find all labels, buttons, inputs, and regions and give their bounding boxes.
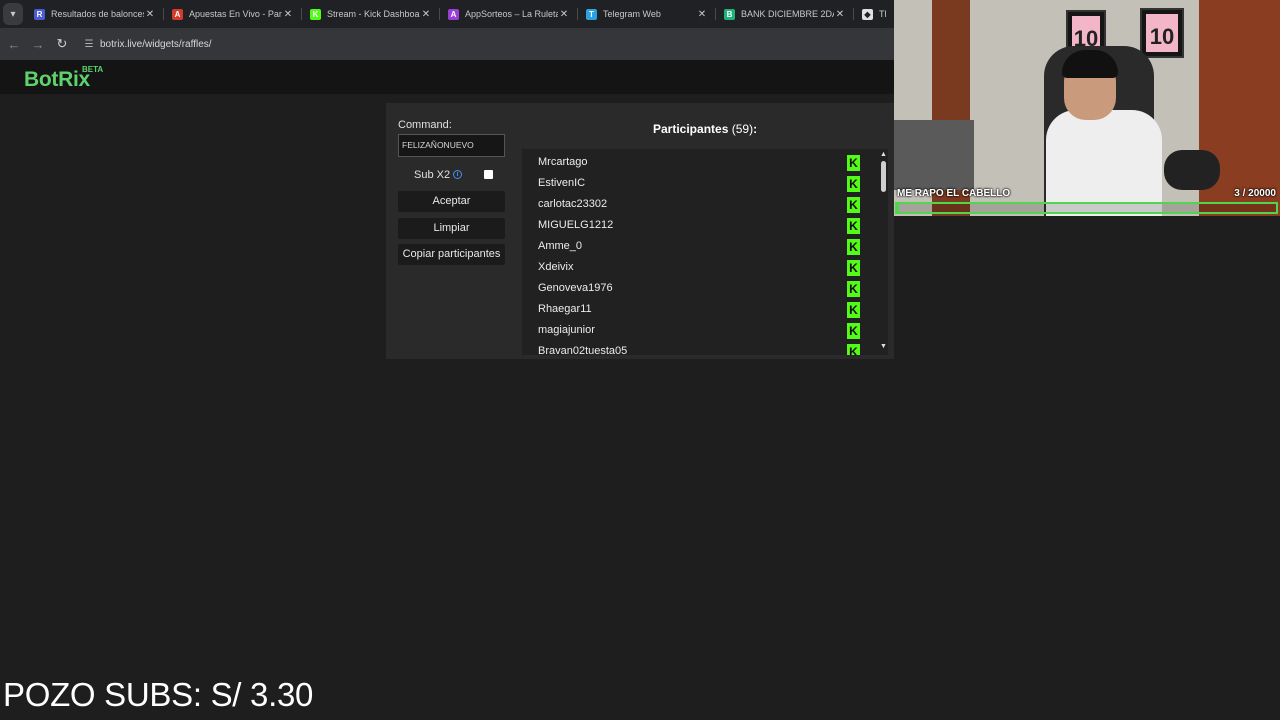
kick-platform-icon: K [847, 239, 860, 255]
tab-favicon-icon: A [172, 8, 183, 20]
participant-name: carlotac23302 [538, 198, 608, 210]
participant-row[interactable]: Mrcartago K [522, 153, 872, 174]
beta-badge: BETA [82, 65, 104, 74]
goal-progress-fill [897, 204, 899, 212]
kick-platform-icon: K [847, 218, 860, 234]
kick-platform-icon: K [847, 302, 860, 318]
reload-icon[interactable]: ↻ [50, 32, 74, 56]
scrollbar-thumb[interactable] [881, 161, 886, 192]
back-icon[interactable]: ← [2, 32, 26, 56]
browser-tab[interactable]: T Telegram Web ✕ [578, 0, 716, 28]
jersey-frame-right: 10 [1140, 8, 1184, 58]
browser-tab[interactable]: R Resultados de baloncesto✕ [26, 0, 164, 28]
tab-close-icon[interactable]: ✕ [558, 9, 570, 20]
participant-row[interactable]: EstivenIC K [522, 174, 872, 195]
goal-title: ME RAPO EL CABELLO [897, 188, 1011, 199]
tab-label: Resultados de baloncesto [51, 9, 144, 19]
command-input[interactable]: FELIZAÑONUEVO [398, 134, 505, 157]
streamer-body [1046, 110, 1162, 216]
kick-platform-icon: K [847, 197, 860, 213]
browser-tab[interactable]: A Apuestas En Vivo - Partido✕ [164, 0, 302, 28]
scroll-up-icon[interactable]: ▲ [880, 151, 887, 158]
tab-close-icon[interactable]: ✕ [282, 9, 294, 20]
kick-platform-icon: K [847, 344, 860, 355]
kick-platform-icon: K [847, 323, 860, 339]
jersey-number-right: 10 [1146, 14, 1178, 52]
participant-row[interactable]: Xdeivix K [522, 258, 872, 279]
participant-name: Xdeivix [538, 261, 574, 273]
kick-platform-icon: K [847, 176, 860, 192]
participants-title-colon: : [753, 122, 758, 136]
clear-button[interactable]: Limpiar [398, 218, 505, 239]
browser-tab[interactable]: K Stream - Kick Dashboard ✕ [302, 0, 440, 28]
participants-title-text: Participantes [653, 122, 729, 136]
tab-label: The [879, 9, 886, 19]
sub-x2-checkbox[interactable] [484, 170, 493, 179]
participant-name: Mrcartago [538, 156, 588, 168]
browser-tab[interactable]: ◆ The [854, 0, 894, 28]
url-field[interactable]: botrix.live/widgets/raffles/ [100, 39, 212, 50]
tab-label: Apuestas En Vivo - Partido [189, 9, 282, 19]
tab-close-icon[interactable]: ✕ [834, 9, 846, 20]
participant-name: MIGUELG1212 [538, 219, 614, 231]
participant-row[interactable]: magiajunior K [522, 321, 872, 342]
shelf [894, 120, 974, 190]
kick-platform-icon: K [847, 281, 860, 297]
participants-title: Participantes (59): [653, 122, 757, 136]
sub-x2-label: Sub X2 [414, 169, 451, 181]
pozo-subs-text: POZO SUBS: S/ 3.30 [3, 676, 314, 713]
raffle-panel: Command: FELIZAÑONUEVO Sub X2 i Aceptar … [386, 103, 894, 359]
tab-list: RResultados de baloncesto✕AApuestas En V… [26, 0, 894, 28]
tab-favicon-icon: T [586, 8, 597, 20]
participant-name: EstivenIC [538, 177, 586, 189]
participant-row[interactable]: Genoveva1976 K [522, 279, 872, 300]
tab-favicon-icon: K [310, 8, 321, 20]
tab-favicon-icon: R [34, 8, 45, 20]
participants-count: (59) [731, 122, 754, 136]
browser-tab[interactable]: B BANK DICIEMBRE 2DA PA✕ [716, 0, 854, 28]
copy-participants-button[interactable]: Copiar participantes [398, 244, 505, 265]
participant-name: Genoveva1976 [538, 282, 613, 294]
kick-platform-icon: K [847, 155, 860, 171]
participant-name: magiajunior [538, 324, 595, 336]
tab-search-button[interactable]: ▾ [3, 3, 23, 25]
tab-label: AppSorteos – La Ruleta de [465, 9, 558, 19]
forward-icon[interactable]: → [26, 32, 50, 56]
site-header: BotRix [0, 60, 894, 94]
accept-button[interactable]: Aceptar [398, 191, 505, 212]
webcam-overlay: 10 10 ME RAPO EL CABELLO 3 / 20000 [894, 0, 1280, 216]
participants-list[interactable]: Bravan02tuesta05 Kmagiajunior K Rhaegar11 K G… [522, 149, 888, 355]
goal-progress: 3 / 20000 [1234, 188, 1276, 199]
participant-row[interactable]: Rhaegar11 K [522, 300, 872, 321]
info-icon[interactable]: i [453, 170, 462, 179]
tab-favicon-icon: B [724, 8, 735, 20]
tab-favicon-icon: ◆ [862, 8, 873, 20]
participant-row[interactable]: Amme_0 K [522, 237, 872, 258]
tab-close-icon[interactable]: ✕ [144, 9, 156, 20]
botrix-logo[interactable]: BotRix [24, 68, 90, 92]
participant-row[interactable]: Bravan02tuesta05 K [522, 342, 872, 355]
address-bar: ← → ↻ ☰ botrix.live/widgets/raffles/ [0, 28, 894, 60]
tab-close-icon[interactable]: ✕ [696, 9, 708, 20]
participant-row[interactable]: MIGUELG1212 K [522, 216, 872, 237]
screen: ▾ RResultados de baloncesto✕AApuestas En… [0, 0, 1280, 720]
tab-close-icon[interactable]: ✕ [420, 9, 432, 20]
microphone [1164, 150, 1220, 190]
tab-favicon-icon: A [448, 8, 459, 20]
kick-platform-icon: K [847, 260, 860, 276]
participant-row[interactable]: carlotac23302 K [522, 195, 872, 216]
site-info-icon[interactable]: ☰ [80, 35, 98, 53]
tab-label: Telegram Web [603, 9, 661, 19]
goal-progress-bar [895, 202, 1278, 214]
participant-name: Amme_0 [538, 240, 583, 252]
tab-label: BANK DICIEMBRE 2DA PA [741, 9, 834, 19]
browser-tab[interactable]: A AppSorteos – La Ruleta de✕ [440, 0, 578, 28]
scroll-down-icon[interactable]: ▼ [880, 343, 887, 350]
tab-label: Stream - Kick Dashboard [327, 9, 420, 19]
command-label: Command: [398, 119, 452, 131]
participant-name: Rhaegar11 [538, 303, 592, 315]
jersey-number-left: 10 [1072, 16, 1100, 51]
participant-name: Bravan02tuesta05 [538, 345, 628, 355]
browser-tab-bar: ▾ RResultados de baloncesto✕AApuestas En… [0, 0, 894, 28]
